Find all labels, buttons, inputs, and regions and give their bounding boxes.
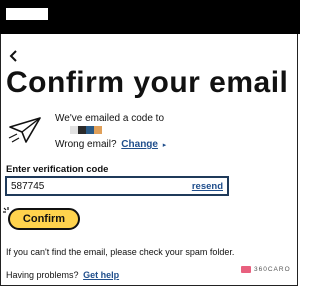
- resend-link[interactable]: resend: [192, 181, 223, 192]
- sparkle-icon: [3, 207, 9, 213]
- change-caret-icon: ▸: [162, 142, 167, 149]
- get-help-link[interactable]: Get help: [83, 270, 119, 280]
- paper-plane-icon: [8, 117, 41, 143]
- back-arrow-icon[interactable]: [8, 50, 20, 62]
- watermark-logo-icon: [241, 266, 251, 273]
- wrong-email-label: Wrong email?: [55, 139, 117, 150]
- emailed-text: We've emailed a code to: [55, 113, 165, 124]
- page-title: Confirm your email: [6, 66, 289, 99]
- redacted-email-address: [70, 126, 102, 134]
- verification-code-field[interactable]: resend: [5, 176, 229, 196]
- problems-label: Having problems?: [6, 270, 79, 280]
- spam-folder-info: If you can't find the email, please chec…: [6, 247, 235, 257]
- confirm-button[interactable]: Confirm: [8, 208, 80, 230]
- wrong-email-row: Wrong email? Change ▸: [55, 139, 166, 152]
- top-bar: [0, 0, 300, 34]
- change-email-link[interactable]: Change: [121, 139, 158, 150]
- verification-code-label: Enter verification code: [6, 164, 109, 175]
- confirm-button-wrapper: Confirm: [3, 207, 82, 232]
- watermark: 360CARO: [241, 266, 291, 273]
- watermark-text: 360CARO: [254, 266, 291, 273]
- redacted-header-label: [6, 8, 48, 20]
- problems-row: Having problems? Get help: [6, 270, 119, 280]
- verification-code-input[interactable]: [11, 179, 161, 193]
